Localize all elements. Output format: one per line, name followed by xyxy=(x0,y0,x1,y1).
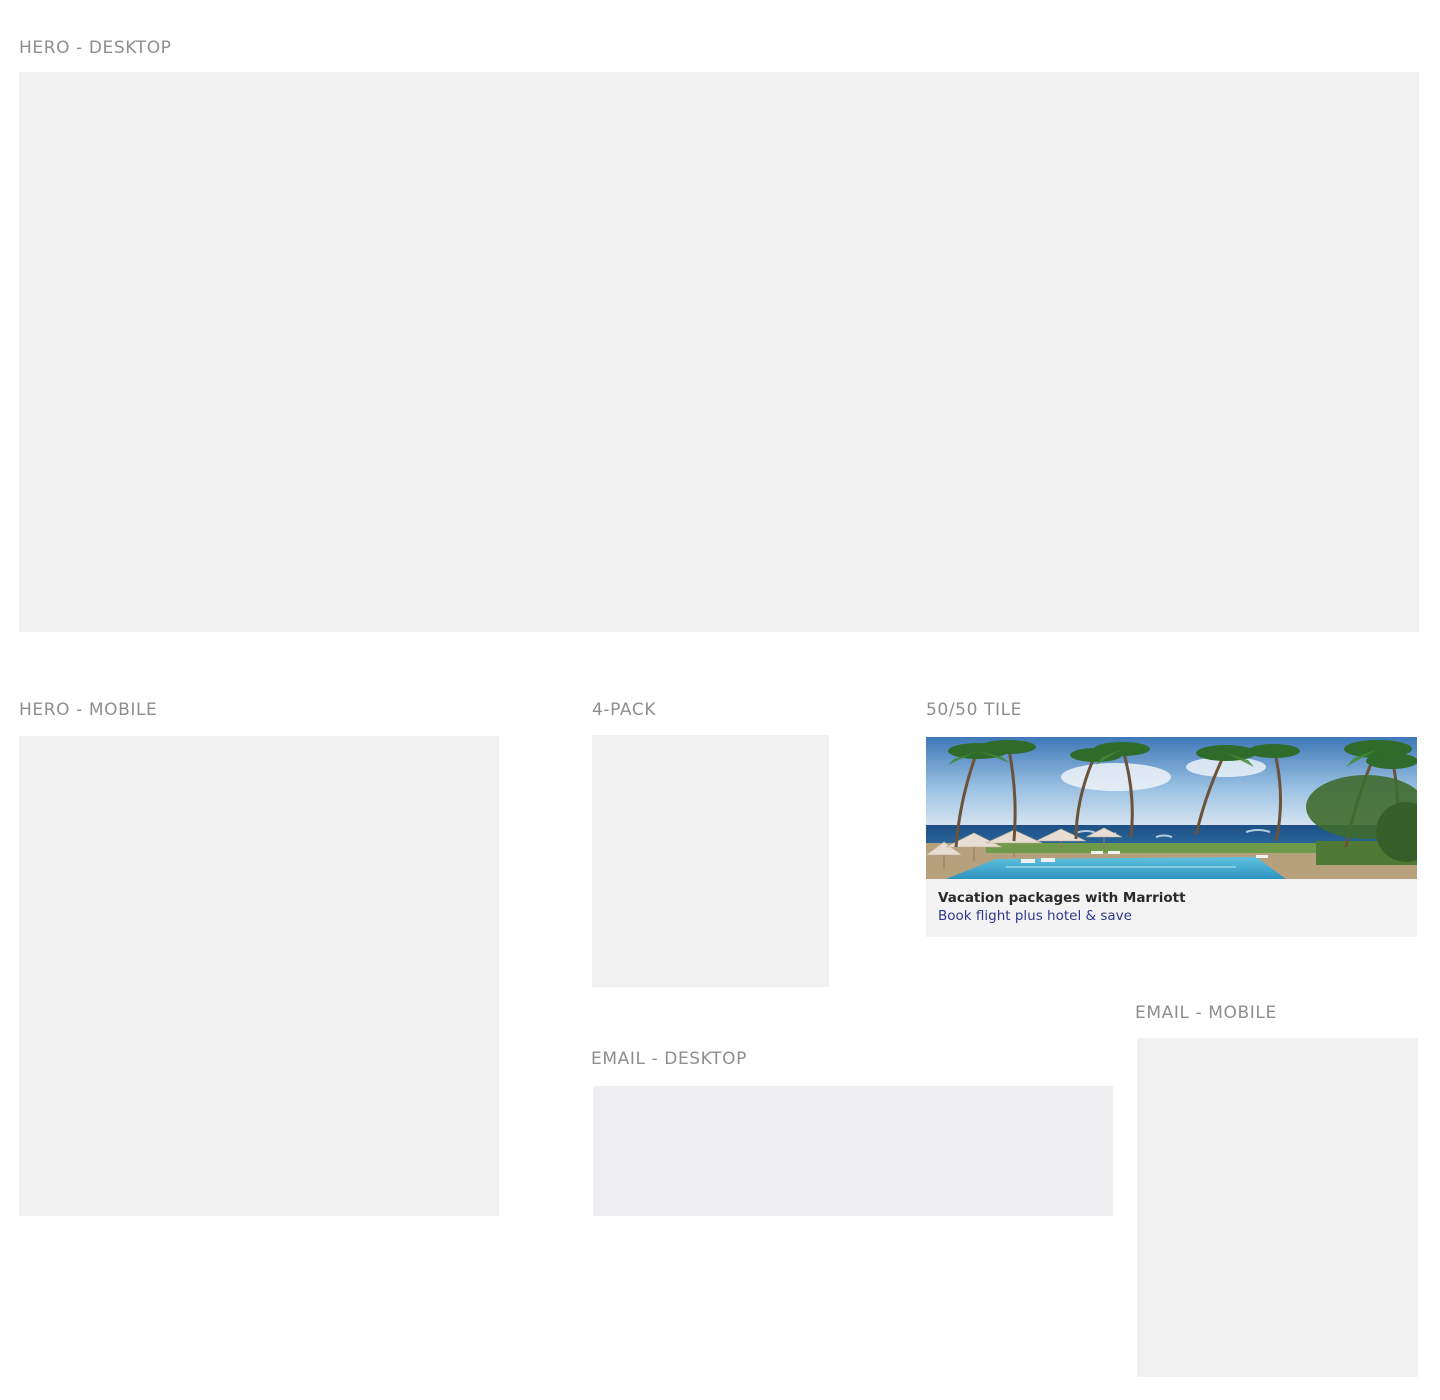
tile-caption: Vacation packages with Marriott Book fli… xyxy=(938,889,1405,925)
fifty-tile-label: 50/50 TILE xyxy=(926,700,1023,720)
tile-title: Vacation packages with Marriott xyxy=(938,890,1186,906)
email-mobile-label: EMAIL - MOBILE xyxy=(1135,1003,1277,1023)
email-mobile-placeholder xyxy=(1137,1038,1418,1377)
hero-desktop-placeholder xyxy=(19,72,1419,632)
four-pack-label: 4-PACK xyxy=(592,700,657,720)
email-desktop-placeholder xyxy=(593,1086,1113,1216)
resort-pool-image xyxy=(926,737,1417,879)
hero-desktop-label: HERO - DESKTOP xyxy=(19,38,172,58)
hero-mobile-label: HERO - MOBILE xyxy=(19,700,158,720)
four-pack-placeholder xyxy=(592,735,829,987)
email-desktop-label: EMAIL - DESKTOP xyxy=(591,1049,747,1069)
tile-link[interactable]: Book flight plus hotel & save xyxy=(938,907,1132,925)
fifty-tile-card[interactable]: Vacation packages with Marriott Book fli… xyxy=(926,737,1417,937)
hero-mobile-placeholder xyxy=(19,736,499,1216)
